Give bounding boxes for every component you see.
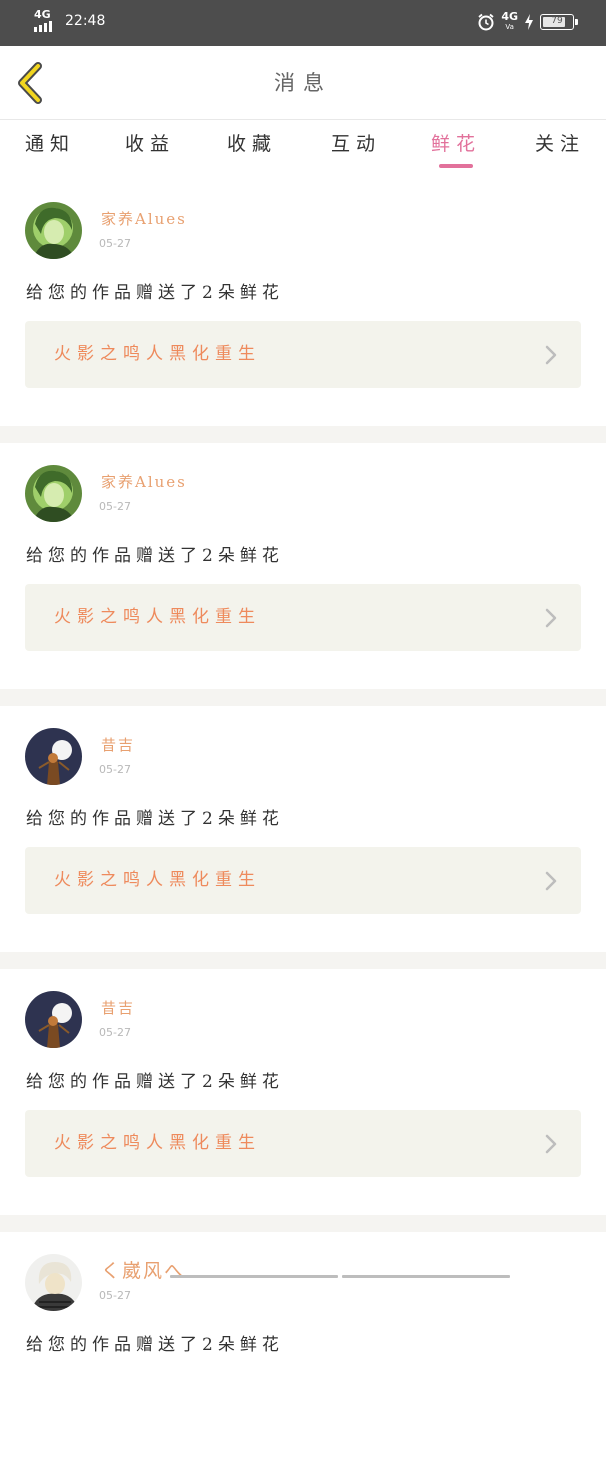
battery-level: 79 [551, 16, 563, 26]
message-text: 给您的作品赠送了2朵鲜花 [26, 283, 284, 303]
tab-favorites[interactable]: 收藏 [220, 120, 284, 180]
notification-card: 昔吉 05-27 给您的作品赠送了2朵鲜花 火影之鸣人黑化重生 [0, 706, 606, 952]
tab-flowers[interactable]: 鲜花 [424, 120, 488, 180]
username[interactable]: 家养Alues [101, 208, 187, 229]
tab-following[interactable]: 关注 [528, 120, 592, 180]
tab-label: 互动 [330, 133, 381, 155]
moon-night-avatar-icon [25, 728, 82, 785]
signal-icon: 4G [34, 8, 60, 32]
tab-label: 收益 [124, 133, 175, 155]
scroll-indicator [170, 1275, 510, 1278]
notification-card: 家养Alues 05-27 给您的作品赠送了2朵鲜花 火影之鸣人黑化重生 [0, 180, 606, 426]
message-text: 给您的作品赠送了2朵鲜花 [26, 1072, 284, 1092]
status-left: 4G 22:48 [34, 8, 106, 32]
green-anime-avatar-icon [25, 202, 82, 259]
username[interactable]: く崴风へ [101, 1256, 185, 1283]
divider [0, 952, 606, 969]
chevron-right-icon [545, 871, 557, 891]
notification-card: 昔吉 05-27 给您的作品赠送了2朵鲜花 火影之鸣人黑化重生 [0, 969, 606, 1215]
username[interactable]: 昔吉 [101, 997, 135, 1018]
network-right-sub: Va [505, 23, 514, 31]
page-title: 消息 [274, 71, 332, 95]
chevron-right-icon [545, 1134, 557, 1154]
character-avatar-icon [25, 1254, 82, 1311]
work-link[interactable]: 火影之鸣人黑化重生 [25, 321, 581, 388]
chevron-right-icon [545, 608, 557, 628]
status-bar: 4G 22:48 4G Va 79 [0, 0, 606, 46]
network-type: 4G [34, 8, 51, 21]
work-title: 火影之鸣人黑化重生 [54, 1133, 261, 1153]
avatar[interactable] [25, 728, 82, 785]
tab-label: 通知 [24, 133, 75, 155]
work-link[interactable]: 火影之鸣人黑化重生 [25, 584, 581, 651]
message-text: 给您的作品赠送了2朵鲜花 [26, 1335, 284, 1355]
timestamp: 05-27 [99, 500, 131, 513]
moon-night-avatar-icon [25, 991, 82, 1048]
charging-icon [525, 14, 533, 30]
notification-list: 家养Alues 05-27 给您的作品赠送了2朵鲜花 火影之鸣人黑化重生 家养A… [0, 180, 606, 1478]
alarm-icon [478, 13, 494, 31]
divider [0, 1215, 606, 1232]
tab-label: 鲜花 [430, 133, 481, 155]
status-right: 4G Va 79 [477, 11, 578, 32]
tab-earnings[interactable]: 收益 [118, 120, 182, 180]
message-text: 给您的作品赠送了2朵鲜花 [26, 809, 284, 829]
username[interactable]: 家养Alues [101, 471, 187, 492]
username[interactable]: 昔吉 [101, 734, 135, 755]
notification-card: く崴风へ 05-27 给您的作品赠送了2朵鲜花 [0, 1232, 606, 1478]
message-text: 给您的作品赠送了2朵鲜花 [26, 546, 284, 566]
work-title: 火影之鸣人黑化重生 [54, 870, 261, 890]
avatar[interactable] [25, 465, 82, 522]
timestamp: 05-27 [99, 1289, 131, 1302]
divider [0, 689, 606, 706]
volte-indicator: 4G Va [501, 11, 518, 32]
timestamp: 05-27 [99, 763, 131, 776]
avatar[interactable] [25, 202, 82, 259]
active-tab-indicator [439, 164, 473, 168]
divider [0, 426, 606, 443]
avatar[interactable] [25, 991, 82, 1048]
work-title: 火影之鸣人黑化重生 [54, 344, 261, 364]
work-link[interactable]: 火影之鸣人黑化重生 [25, 847, 581, 914]
tab-notifications[interactable]: 通知 [18, 120, 82, 180]
clock: 22:48 [65, 13, 106, 29]
avatar[interactable] [25, 1254, 82, 1311]
green-anime-avatar-icon [25, 465, 82, 522]
work-title: 火影之鸣人黑化重生 [54, 607, 261, 627]
timestamp: 05-27 [99, 237, 131, 250]
chevron-right-icon [545, 345, 557, 365]
app-header: 消息 [0, 46, 606, 120]
work-link[interactable]: 火影之鸣人黑化重生 [25, 1110, 581, 1177]
battery-icon: 79 [540, 14, 578, 30]
tab-interactions[interactable]: 互动 [324, 120, 388, 180]
notification-card: 家养Alues 05-27 给您的作品赠送了2朵鲜花 火影之鸣人黑化重生 [0, 443, 606, 689]
timestamp: 05-27 [99, 1026, 131, 1039]
tab-label: 关注 [534, 133, 585, 155]
tab-bar: 通知 收益 收藏 互动 鲜花 关注 [0, 120, 606, 180]
tab-label: 收藏 [226, 133, 277, 155]
